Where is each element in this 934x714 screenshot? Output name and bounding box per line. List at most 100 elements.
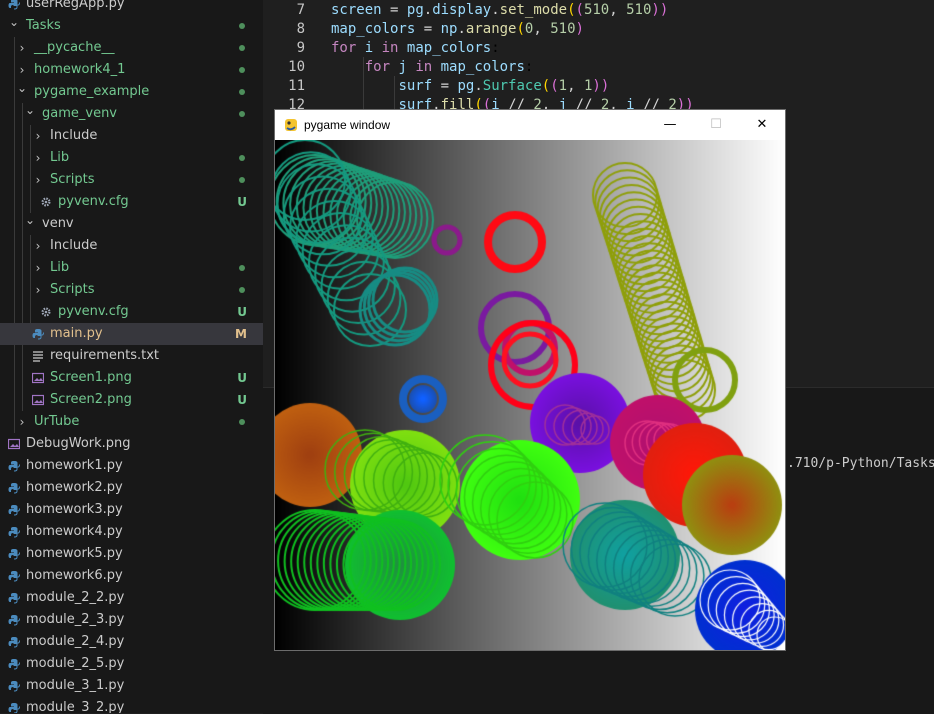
code-line[interactable]: 9 for i in map_colors: [263, 39, 934, 58]
folder-item[interactable]: › __pycache__ [0, 37, 263, 59]
close-button[interactable]: ✕ [739, 110, 785, 140]
chevron-right-icon[interactable]: › [32, 169, 44, 191]
tree-item-label: userRegApp.py [26, 0, 125, 11]
line-number: 8 [296, 21, 305, 37]
folder-item[interactable]: ⌄ game_venv [0, 103, 263, 125]
chevron-right-icon[interactable]: › [16, 411, 28, 433]
folder-item[interactable]: ⌄ Tasks [0, 15, 263, 37]
pygame-window[interactable]: pygame window — ☐ ✕ [274, 109, 786, 651]
file-item[interactable]: module_3_1.py [0, 675, 263, 697]
file-item[interactable]: homework4.py [0, 521, 263, 543]
file-item[interactable]: Screen1.png U [0, 367, 263, 389]
code-line[interactable]: 8 map_colors = np.arange(0, 510) [263, 20, 934, 39]
minimize-button[interactable]: — [647, 110, 693, 140]
file-item[interactable]: homework3.py [0, 499, 263, 521]
tree-item-label: pygame_example [34, 84, 150, 99]
tree-item-label: homework3.py [26, 502, 123, 517]
tree-item-label: module_2_5.py [26, 656, 125, 671]
code-text: for i in map_colors: [331, 40, 500, 56]
tree-item-label: Lib [50, 150, 70, 165]
tree-item-label: homework6.py [26, 568, 123, 583]
file-item[interactable]: homework2.py [0, 477, 263, 499]
python-file-icon [8, 571, 20, 582]
folder-item[interactable]: ⌄ venv [0, 213, 263, 235]
file-item[interactable]: pyvenv.cfg U [0, 191, 263, 213]
git-status-badge: U [237, 305, 247, 319]
folder-item[interactable]: › Lib [0, 147, 263, 169]
folder-item[interactable]: › homework4_1 [0, 59, 263, 81]
tree-item-label: UrTube [34, 414, 80, 429]
tree-item-label: Tasks [26, 18, 61, 33]
folder-item[interactable]: › Scripts [0, 279, 263, 301]
terminal-path-text: .710/p-Python/Tasks/py [787, 456, 934, 471]
python-file-icon [8, 659, 20, 670]
git-status-badge: U [237, 393, 247, 407]
tree-item-label: module_3_1.py [26, 678, 125, 693]
file-item[interactable]: DebugWork.png [0, 433, 263, 455]
folder-item[interactable]: › Scripts [0, 169, 263, 191]
file-item[interactable]: module_2_3.py [0, 609, 263, 631]
file-item[interactable]: module_3_2.py [0, 697, 263, 713]
window-title: pygame window [304, 118, 391, 132]
tree-item-label: Lib [50, 260, 70, 275]
chevron-right-icon[interactable]: › [32, 147, 44, 169]
python-file-icon [8, 703, 20, 713]
git-status-dot [239, 89, 245, 95]
code-text: map_colors = np.arange(0, 510) [331, 21, 584, 37]
folder-item[interactable]: ⌄ pygame_example [0, 81, 263, 103]
file-item[interactable]: homework6.py [0, 565, 263, 587]
chevron-right-icon[interactable]: › [32, 125, 44, 147]
python-file-icon [8, 505, 20, 516]
file-item[interactable]: pyvenv.cfg U [0, 301, 263, 323]
folder-item[interactable]: › UrTube [0, 411, 263, 433]
chevron-down-icon[interactable]: ⌄ [24, 99, 36, 121]
tree-item-label: Screen1.png [50, 370, 132, 385]
chevron-down-icon[interactable]: ⌄ [24, 209, 36, 231]
file-item[interactable]: main.py M [0, 323, 263, 345]
file-item[interactable]: homework1.py [0, 455, 263, 477]
file-item[interactable]: userRegApp.py [0, 0, 263, 15]
chevron-right-icon[interactable]: › [16, 37, 28, 59]
pygame-canvas[interactable] [275, 140, 785, 650]
file-item[interactable]: module_2_5.py [0, 653, 263, 675]
tree-item-label: pyvenv.cfg [58, 304, 129, 319]
chevron-right-icon[interactable]: › [32, 235, 44, 257]
git-status-dot [239, 177, 245, 183]
tree-item-label: main.py [50, 326, 103, 341]
maximize-button[interactable]: ☐ [693, 110, 739, 140]
image-file-icon [8, 438, 20, 450]
code-line[interactable]: 7 screen = pg.display.set_mode((510, 510)… [263, 1, 934, 20]
tree-item-label: Screen2.png [50, 392, 132, 407]
tree-item-label: Include [50, 128, 98, 143]
tree-item-label: module_3_2.py [26, 700, 125, 713]
python-file-icon [8, 593, 20, 604]
python-file-icon [8, 0, 20, 10]
git-status-dot [239, 23, 245, 29]
file-item[interactable]: module_2_2.py [0, 587, 263, 609]
git-status-dot [239, 265, 245, 271]
folder-item[interactable]: › Include [0, 235, 263, 257]
file-item[interactable]: homework5.py [0, 543, 263, 565]
tree-item-label: homework1.py [26, 458, 123, 473]
file-item[interactable]: requirements.txt [0, 345, 263, 367]
folder-item[interactable]: › Lib [0, 257, 263, 279]
git-status-dot [239, 45, 245, 51]
window-titlebar[interactable]: pygame window — ☐ ✕ [275, 110, 785, 140]
code-text: surf = pg.Surface((1, 1)) [398, 78, 610, 94]
git-status-dot [239, 67, 245, 73]
file-item[interactable]: module_2_4.py [0, 631, 263, 653]
chevron-right-icon[interactable]: › [32, 279, 44, 301]
python-file-icon [8, 549, 20, 560]
line-number: 9 [296, 40, 305, 56]
folder-item[interactable]: › Include [0, 125, 263, 147]
file-item[interactable]: Screen2.png U [0, 389, 263, 411]
tree-item-label: requirements.txt [50, 348, 160, 363]
chevron-right-icon[interactable]: › [32, 257, 44, 279]
text-file-icon [33, 351, 43, 362]
chevron-down-icon[interactable]: ⌄ [8, 11, 20, 33]
image-file-icon [32, 394, 44, 406]
python-file-icon [32, 329, 44, 340]
chevron-down-icon[interactable]: ⌄ [16, 77, 28, 99]
gear-icon [41, 197, 51, 207]
tree-item-label: DebugWork.png [26, 436, 131, 451]
